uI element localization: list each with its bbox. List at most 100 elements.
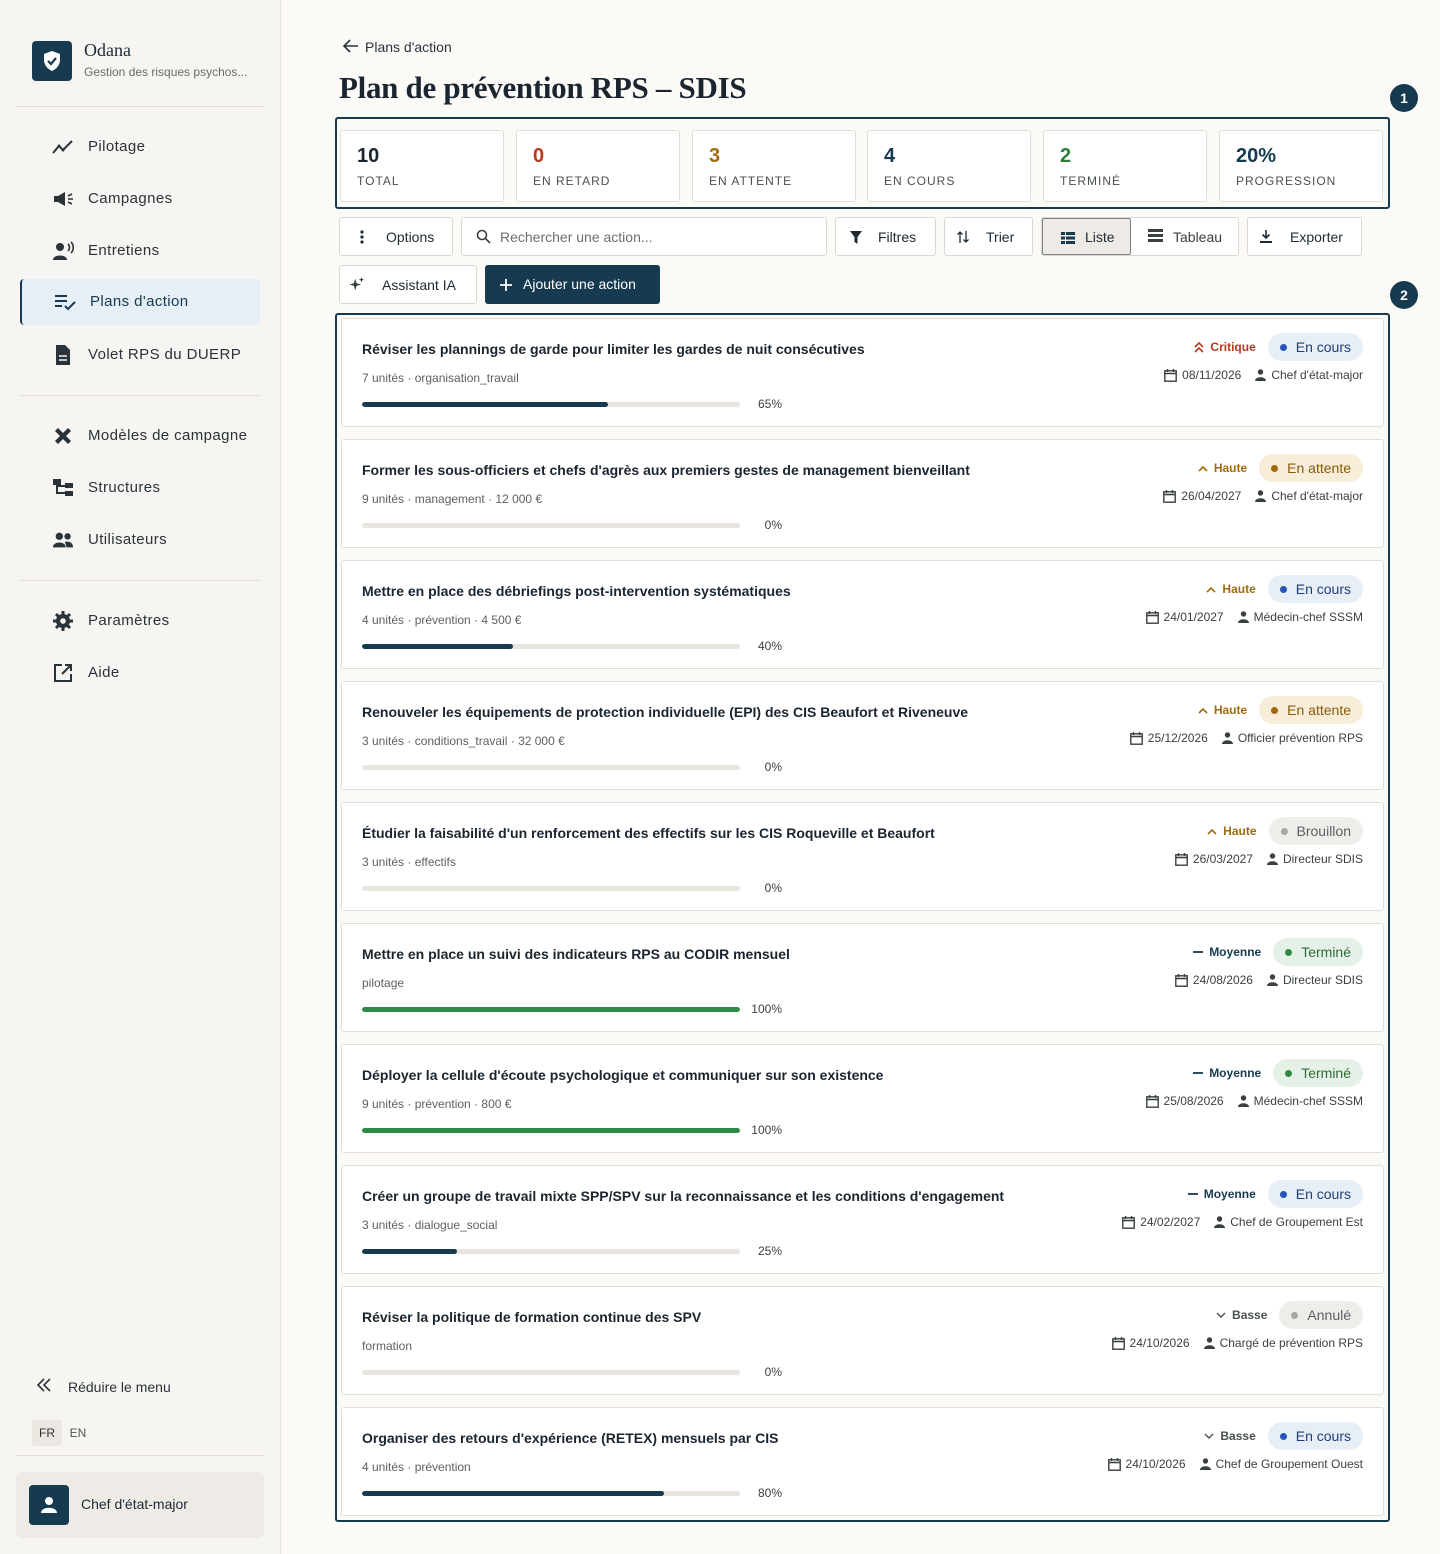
search-field[interactable] <box>461 217 827 256</box>
status-badge[interactable]: En attente <box>1259 696 1363 724</box>
sort-button[interactable]: Trier <box>944 217 1033 256</box>
action-details: Haute En attente 25/12/2026 Officier préven… <box>1129 696 1363 746</box>
stat-card-progress: 20% PROGRESSION <box>1219 130 1383 202</box>
search-input[interactable] <box>500 226 810 248</box>
status-label: Brouillon <box>1296 823 1351 839</box>
action-card[interactable]: Déployer la cellule d'écoute psychologiq… <box>341 1044 1384 1153</box>
status-badge[interactable]: En cours <box>1267 1422 1363 1450</box>
action-title: Mettre en place des débriefings post-int… <box>362 583 791 599</box>
sidebar-item-entretiens[interactable]: Entretiens <box>20 228 260 274</box>
progress-percent: 65% <box>757 397 782 411</box>
calendar-icon <box>1164 368 1178 382</box>
action-card[interactable]: Mettre en place des débriefings post-int… <box>341 560 1384 669</box>
action-card[interactable]: Organiser des retours d'expérience (RETE… <box>341 1407 1384 1516</box>
priority-label: Basse <box>1232 1308 1268 1322</box>
sidebar-item-structures[interactable]: Structures <box>20 465 260 511</box>
sidebar-item-modeles[interactable]: Modèles de campagne <box>20 413 260 459</box>
sidebar-item-campagnes[interactable]: Campagnes <box>20 176 260 222</box>
sidebar-item-volet[interactable]: Volet RPS du DUERP <box>20 332 260 378</box>
status-badge[interactable]: En cours <box>1267 575 1363 603</box>
design-tools-icon <box>52 425 74 447</box>
ai-assistant-label: Assistant IA <box>382 277 456 293</box>
lang-fr-button[interactable]: FR <box>32 1420 62 1446</box>
status-dot <box>1280 827 1288 835</box>
add-action-button[interactable]: Ajouter une action <box>485 265 660 304</box>
action-details: Moyenne Terminé 25/08/2026 Médecin-chef SSS… <box>1145 1059 1363 1109</box>
brand[interactable]: Odana Gestion des risques psychos... <box>16 24 264 107</box>
action-details: Moyenne Terminé 24/08/2026 Directeur SDIS <box>1175 938 1363 988</box>
hierarchy-icon <box>52 477 74 499</box>
priority-label: Moyenne <box>1209 1066 1262 1080</box>
status-badge[interactable]: Terminé <box>1273 938 1363 966</box>
arrow-left-icon <box>342 38 359 56</box>
status-badge[interactable]: En cours <box>1267 333 1363 361</box>
status-label: Terminé <box>1301 944 1351 960</box>
action-title: Former les sous-officiers et chefs d'agr… <box>362 462 970 478</box>
stat-label: EN COURS <box>884 174 956 188</box>
priority-badge: Critique <box>1194 340 1256 354</box>
status-badge[interactable]: Terminé <box>1273 1059 1363 1087</box>
status-label: En attente <box>1287 460 1351 476</box>
lang-en-button[interactable]: EN <box>64 1420 92 1446</box>
action-card[interactable]: Réviser la politique de formation contin… <box>341 1286 1384 1395</box>
stat-label: EN ATTENTE <box>709 174 793 188</box>
status-badge[interactable]: Brouillon <box>1268 817 1363 845</box>
view-list-button[interactable]: Liste <box>1042 218 1131 255</box>
progress-bar <box>362 523 740 528</box>
action-card[interactable]: Réviser les plannings de garde pour limi… <box>341 318 1384 427</box>
stat-card-in-progress: 4 EN COURS <box>867 130 1031 202</box>
back-link[interactable]: Plans d'action <box>342 37 452 57</box>
progress-percent: 0% <box>764 1365 782 1379</box>
action-title: Renouveler les équipements de protection… <box>362 704 969 720</box>
action-card[interactable]: Renouveler les équipements de protection… <box>341 681 1384 790</box>
owner: Chef d'état-major <box>1271 368 1363 382</box>
sidebar-item-aide[interactable]: Aide <box>20 650 260 696</box>
collapse-menu-button[interactable]: Réduire le menu <box>20 1372 260 1402</box>
rows-icon <box>1148 229 1163 245</box>
chevron-up-icon <box>1198 707 1208 714</box>
progress-fill <box>362 1491 665 1496</box>
minus-icon <box>1193 1071 1204 1075</box>
stats-summary: 10 TOTAL 0 EN RETARD 3 EN ATTENTE 4 EN COURS… <box>335 117 1390 209</box>
action-card[interactable]: Créer un groupe de travail mixte SPP/SPV… <box>341 1165 1384 1274</box>
priority-label: Haute <box>1213 461 1248 475</box>
action-title: Organiser des retours d'expérience (RETE… <box>362 1430 779 1446</box>
progress-bar <box>362 1007 740 1012</box>
status-badge[interactable]: Annulé <box>1279 1301 1363 1329</box>
priority-label: Haute <box>1223 824 1257 838</box>
action-details: Haute En attente 26/04/2027 Chef d'état-maj… <box>1163 454 1363 504</box>
status-badge[interactable]: En cours <box>1267 1180 1363 1208</box>
progress-fill <box>362 644 514 649</box>
filter-icon <box>848 229 864 245</box>
status-badge[interactable]: En attente <box>1259 454 1363 482</box>
calendar-icon <box>1163 489 1177 503</box>
export-button[interactable]: Exporter <box>1247 217 1362 256</box>
stat-value: 20% <box>1236 145 1277 167</box>
stat-label: TERMINÉ <box>1060 174 1121 188</box>
view-board-button[interactable]: Tableau <box>1131 218 1239 255</box>
action-card[interactable]: Mettre en place un suivi des indicateurs… <box>341 923 1384 1032</box>
filters-button[interactable]: Filtres <box>835 217 936 256</box>
user-menu[interactable]: Chef d'état-major <box>16 1472 264 1538</box>
person-icon <box>1237 611 1249 623</box>
progress-bar <box>362 886 740 891</box>
status-dot <box>1271 706 1279 714</box>
priority-label: Moyenne <box>1203 1187 1256 1201</box>
chevron-up-icon <box>1207 828 1217 835</box>
action-meta: 4 unités · prévention <box>362 1460 471 1474</box>
status-label: En attente <box>1287 702 1351 718</box>
options-button[interactable]: Options <box>339 217 453 256</box>
sidebar-item-pilotage[interactable]: Pilotage <box>20 124 260 170</box>
sparkles-icon <box>349 277 365 293</box>
sidebar-item-utilisateurs[interactable]: Utilisateurs <box>20 517 260 563</box>
action-card[interactable]: Former les sous-officiers et chefs d'agr… <box>341 439 1384 548</box>
sidebar-item-plans[interactable]: Plans d'action <box>20 279 260 325</box>
sidebar-item-parametres[interactable]: Paramètres <box>20 598 260 644</box>
ai-assistant-button[interactable]: Assistant IA <box>339 265 477 304</box>
nav-divider <box>20 395 260 396</box>
person-icon <box>1214 1216 1226 1228</box>
action-card[interactable]: Étudier la faisabilité d'un renforcement… <box>341 802 1384 911</box>
stat-card-total: 10 TOTAL <box>340 130 504 202</box>
progress-percent: 0% <box>764 881 782 895</box>
action-title: Réviser les plannings de garde pour limi… <box>362 341 865 357</box>
